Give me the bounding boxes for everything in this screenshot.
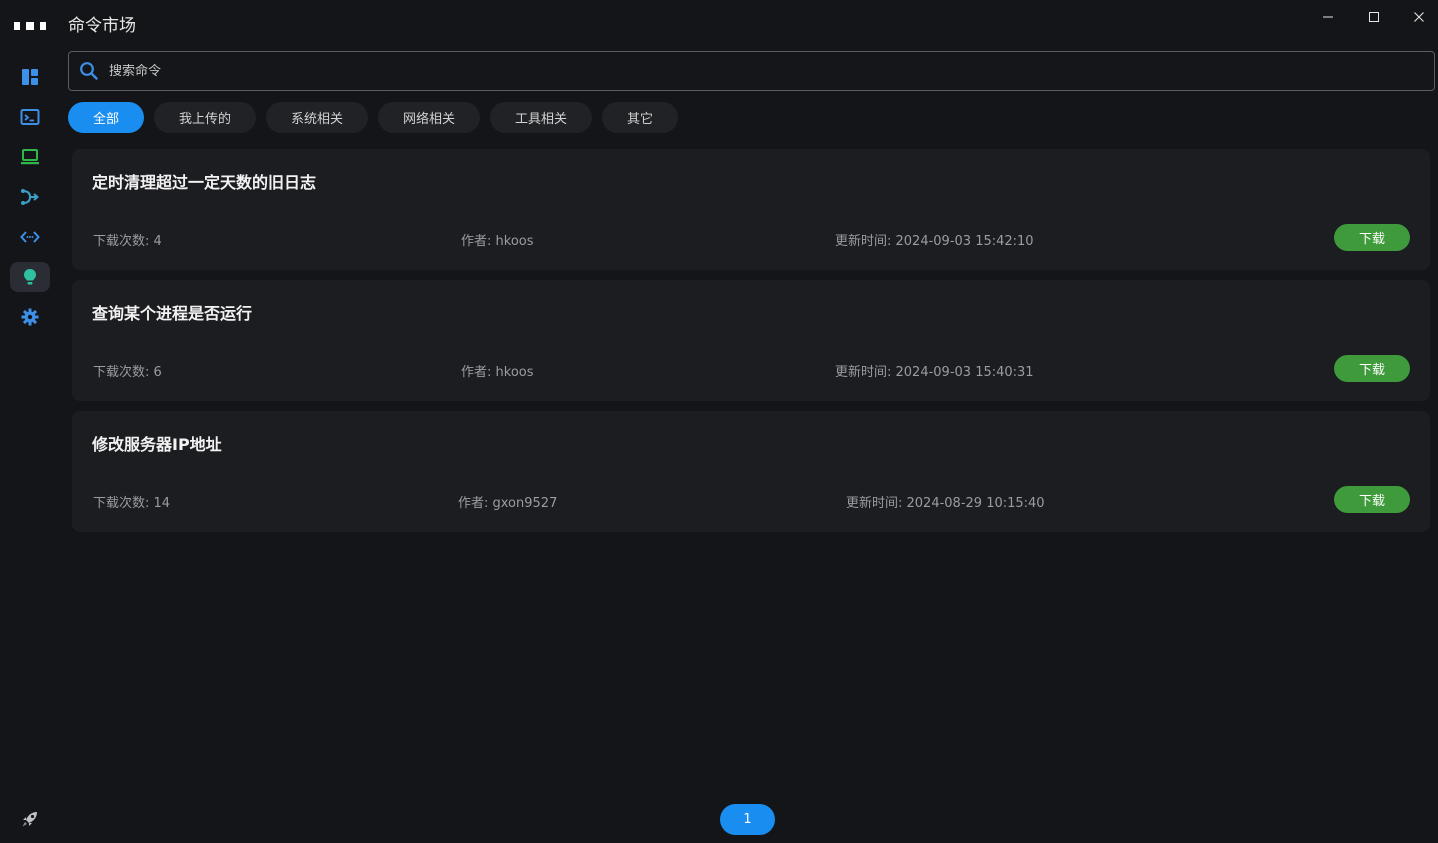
minimize-icon [1323,16,1333,18]
sidebar-item-command-market[interactable] [10,262,50,292]
search-bar[interactable] [68,51,1435,91]
sidebar-item-dashboard[interactable] [10,62,50,92]
sidebar-item-hosts[interactable] [10,142,50,172]
minimize-button[interactable] [1313,8,1343,26]
author: 作者: hkoos [461,365,534,380]
author: 作者: gxon9527 [458,496,558,511]
download-button[interactable]: 下载 [1334,224,1410,251]
network-icon [21,189,40,205]
gear-icon [21,308,39,326]
command-title: 修改服务器IP地址 [92,435,222,454]
sidebar-item-network[interactable] [10,182,50,212]
rocket-icon [22,812,37,827]
tab-tools[interactable]: 工具相关 [490,102,592,133]
tab-system[interactable]: 系统相关 [266,102,368,133]
app-logo-icon [14,22,46,30]
update-time: 更新时间: 2024-08-29 10:15:40 [846,496,1045,511]
sidebar-item-settings[interactable] [10,302,50,332]
download-count: 下载次数: 6 [93,365,162,380]
pagination-page-button[interactable]: 1 [720,804,775,835]
search-icon [80,62,98,80]
command-card: 定时清理超过一定天数的旧日志 下载次数: 4 作者: hkoos 更新时间: 2… [72,149,1430,270]
search-input[interactable] [109,63,1309,79]
tab-all[interactable]: 全部 [68,102,144,133]
sidebar-item-terminal[interactable] [10,102,50,132]
code-icon [20,231,40,243]
dashboard-icon [22,69,38,85]
download-count: 下载次数: 14 [93,496,171,511]
sidebar-item-launch[interactable] [10,804,50,834]
command-card: 查询某个进程是否运行 下载次数: 6 作者: hkoos 更新时间: 2024-… [72,280,1430,401]
command-card: 修改服务器IP地址 下载次数: 14 作者: gxon9527 更新时间: 20… [72,411,1430,532]
sidebar [0,0,60,843]
tab-other[interactable]: 其它 [602,102,678,133]
command-title: 定时清理超过一定天数的旧日志 [92,173,317,192]
update-time: 更新时间: 2024-09-03 15:40:31 [835,365,1034,380]
tab-network[interactable]: 网络相关 [378,102,480,133]
terminal-icon [20,109,40,125]
maximize-button[interactable] [1359,8,1389,26]
update-time: 更新时间: 2024-09-03 15:42:10 [835,234,1034,249]
close-button[interactable] [1404,8,1434,26]
app-window: 命令市场 全部 我上传的 系统相关 网络相关 工具相关 其它 定时清理超过一定 [0,0,1438,843]
command-title: 查询某个进程是否运行 [92,304,253,323]
tab-my-uploads[interactable]: 我上传的 [154,102,256,133]
download-button[interactable]: 下载 [1334,486,1410,513]
laptop-icon [21,149,39,165]
lightbulb-icon [24,269,36,285]
download-count: 下载次数: 4 [93,234,162,249]
category-tabs: 全部 我上传的 系统相关 网络相关 工具相关 其它 [68,102,678,133]
window-title: 命令市场 [68,16,136,36]
author: 作者: hkoos [461,234,534,249]
sidebar-item-code[interactable] [10,222,50,252]
close-icon [1414,12,1424,22]
maximize-icon [1369,12,1379,22]
download-button[interactable]: 下载 [1334,355,1410,382]
